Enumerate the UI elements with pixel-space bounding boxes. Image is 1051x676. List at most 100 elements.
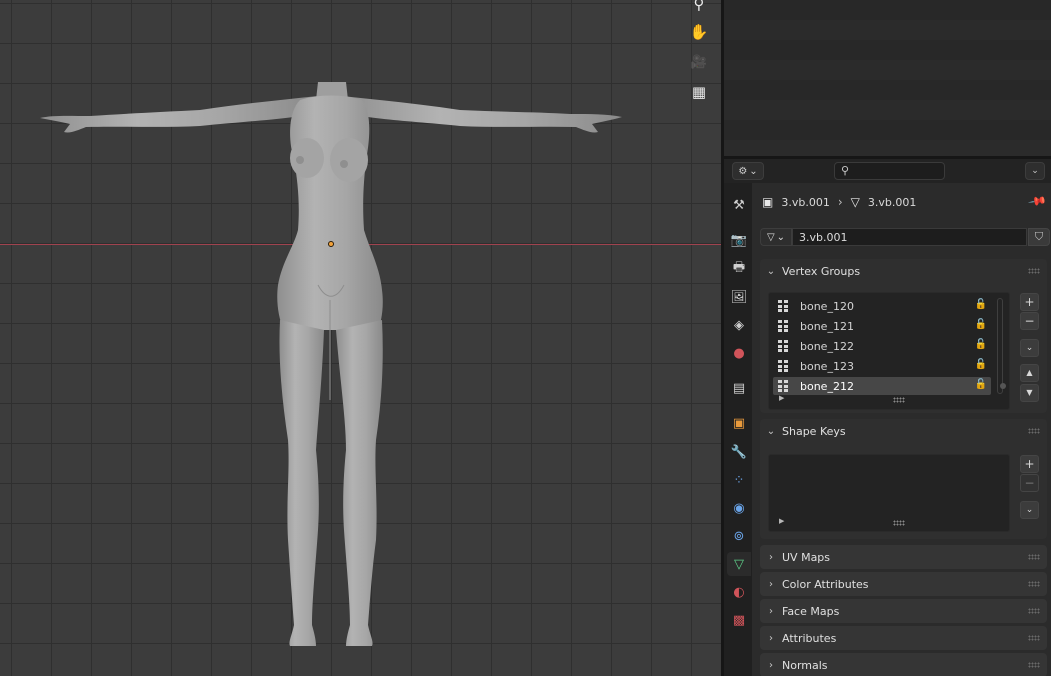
drag-grip-icon[interactable]	[1028, 608, 1040, 614]
list-resize-grip[interactable]	[893, 397, 905, 403]
world-icon: ●	[733, 345, 745, 361]
tab-collection[interactable]: ▤	[727, 376, 751, 400]
vertex-groups-header[interactable]: ⌄ Vertex Groups	[760, 259, 1047, 283]
unlock-icon[interactable]: 🔓	[975, 339, 987, 350]
list-scroll-handle[interactable]	[1000, 383, 1006, 389]
add-shape-key-button[interactable]: +	[1020, 455, 1039, 473]
drag-grip-icon[interactable]	[1028, 581, 1040, 587]
shape-key-specials-button[interactable]: ⌄	[1020, 501, 1039, 519]
panel-header[interactable]: › Normals	[760, 653, 1047, 676]
panel-header[interactable]: › UV Maps	[760, 545, 1047, 569]
list-scrollbar[interactable]	[997, 298, 1003, 394]
remove-shape-key-button[interactable]: −	[1020, 474, 1039, 492]
list-resize-grip[interactable]	[893, 520, 905, 526]
filter-expand-icon[interactable]: ▶	[779, 394, 784, 402]
view-layer-icon: 🖼	[730, 289, 748, 305]
options-button[interactable]: ⌄	[1025, 162, 1045, 180]
move-up-button[interactable]: ▲	[1020, 364, 1039, 382]
grid-perspective-icon[interactable]: ▦	[685, 78, 713, 106]
panel-header[interactable]: › Color Attributes	[760, 572, 1047, 596]
chevron-down-icon: ⌄	[776, 231, 786, 243]
tab-particles[interactable]: ⁘	[727, 468, 751, 492]
collection-icon: ▤	[732, 380, 746, 396]
shape-key-list[interactable]: ▶	[768, 454, 1010, 532]
3d-viewport[interactable]: ⚲ ✋ 🎥 ▦	[0, 0, 721, 676]
drag-grip-icon[interactable]	[1028, 268, 1040, 274]
hand-pan-icon[interactable]: ✋	[685, 18, 713, 46]
tab-output[interactable]: 🖶	[727, 257, 751, 281]
object-origin	[328, 241, 334, 247]
mesh-browse-button[interactable]: ▽ ⌄	[760, 228, 792, 246]
vertex-group-row[interactable]: bone_212 🔓	[773, 377, 991, 395]
remove-vertex-group-button[interactable]: −	[1020, 312, 1039, 330]
tab-data[interactable]: ▽	[727, 552, 751, 576]
face-maps-panel[interactable]: › Face Maps	[760, 599, 1047, 623]
breadcrumb: ▣ 3.vb.001 › ▽ 3.vb.001	[762, 193, 916, 211]
panel-header[interactable]: › Face Maps	[760, 599, 1047, 623]
vertex-group-row[interactable]: bone_121 🔓	[773, 317, 991, 335]
tab-constraints[interactable]: ⊚	[727, 524, 751, 548]
unlock-icon[interactable]: 🔓	[975, 379, 987, 390]
constraints-icon: ⊚	[733, 528, 745, 544]
object-icon: ▣	[762, 195, 774, 209]
pin-icon[interactable]: 📌	[1027, 191, 1047, 211]
unlock-icon[interactable]: 🔓	[975, 299, 987, 310]
mannequin-mesh[interactable]	[0, 0, 721, 676]
shape-keys-title: Shape Keys	[782, 424, 846, 438]
shield-icon: ⛉	[1034, 230, 1044, 243]
right-leg	[336, 320, 383, 646]
outliner-area[interactable]	[724, 0, 1051, 156]
tab-object[interactable]: ▣	[727, 411, 751, 435]
tab-tool[interactable]: ⚒	[727, 193, 751, 217]
panel-header[interactable]: › Attributes	[760, 626, 1047, 650]
drag-grip-icon[interactable]	[1028, 635, 1040, 641]
vertex-group-icon	[778, 360, 792, 372]
panel-title: Normals	[782, 658, 828, 672]
mesh-data-icon: ▽	[850, 195, 860, 209]
torso	[277, 95, 383, 330]
uv-maps-panel[interactable]: › UV Maps	[760, 545, 1047, 569]
mesh-data-icon: ▽	[766, 231, 775, 243]
chevron-down-icon: ⌄	[1031, 166, 1039, 176]
vertex-group-row[interactable]: bone_123 🔓	[773, 357, 991, 375]
breadcrumb-mesh: 3.vb.001	[867, 195, 917, 209]
properties-tab-column: ⚒ 📷 🖶 🖼 ◈ ● ▤ ▣ 🔧 ⁘ ◉ ⊚ ▽ ◐ ▩	[724, 183, 752, 676]
search-input[interactable]	[857, 164, 942, 178]
fake-user-button[interactable]: ⛉	[1028, 228, 1050, 246]
vertex-group-list[interactable]: bone_120 🔓 bone_121 🔓 bone_122 🔓 bone_123 🔓 bone…	[768, 292, 1010, 410]
tab-material[interactable]: ◐	[727, 580, 751, 604]
search-icon: ⚲	[841, 164, 850, 177]
vertex-group-name: bone_122	[800, 339, 854, 353]
mesh-name-field[interactable]: 3.vb.001	[792, 228, 1027, 246]
drag-grip-icon[interactable]	[1028, 428, 1040, 434]
unlock-icon[interactable]: 🔓	[975, 359, 987, 370]
properties-editor-icon: ⚙	[738, 165, 748, 177]
chevron-right-icon: ›	[769, 605, 773, 617]
tab-view-layer[interactable]: 🖼	[727, 285, 751, 309]
move-down-button[interactable]: ▼	[1020, 384, 1039, 402]
vertex-group-row[interactable]: bone_120 🔓	[773, 297, 991, 315]
unlock-icon[interactable]: 🔓	[975, 319, 987, 330]
color-attributes-panel[interactable]: › Color Attributes	[760, 572, 1047, 596]
tab-world[interactable]: ●	[727, 341, 751, 365]
add-vertex-group-button[interactable]: +	[1020, 293, 1039, 311]
tab-scene[interactable]: ◈	[727, 313, 751, 337]
object-icon: ▣	[732, 415, 746, 431]
search-box[interactable]: ⚲	[834, 162, 945, 180]
particles-icon: ⁘	[733, 472, 745, 488]
tool-icon: ⚒	[733, 197, 745, 213]
editor-type-button[interactable]: ⚙ ⌄	[732, 162, 764, 180]
normals-panel[interactable]: › Normals	[760, 653, 1047, 676]
tab-render[interactable]: 📷	[727, 228, 751, 252]
tab-physics[interactable]: ◉	[727, 496, 751, 520]
tab-texture[interactable]: ▩	[727, 608, 751, 632]
vertex-group-row[interactable]: bone_122 🔓	[773, 337, 991, 355]
shape-keys-header[interactable]: ⌄ Shape Keys	[760, 419, 1047, 443]
drag-grip-icon[interactable]	[1028, 662, 1040, 668]
drag-grip-icon[interactable]	[1028, 554, 1040, 560]
camera-view-icon[interactable]: 🎥	[685, 48, 713, 76]
vertex-group-specials-button[interactable]: ⌄	[1020, 339, 1039, 357]
filter-expand-icon[interactable]: ▶	[779, 517, 784, 525]
tab-modifiers[interactable]: 🔧	[727, 440, 751, 464]
attributes-panel[interactable]: › Attributes	[760, 626, 1047, 650]
